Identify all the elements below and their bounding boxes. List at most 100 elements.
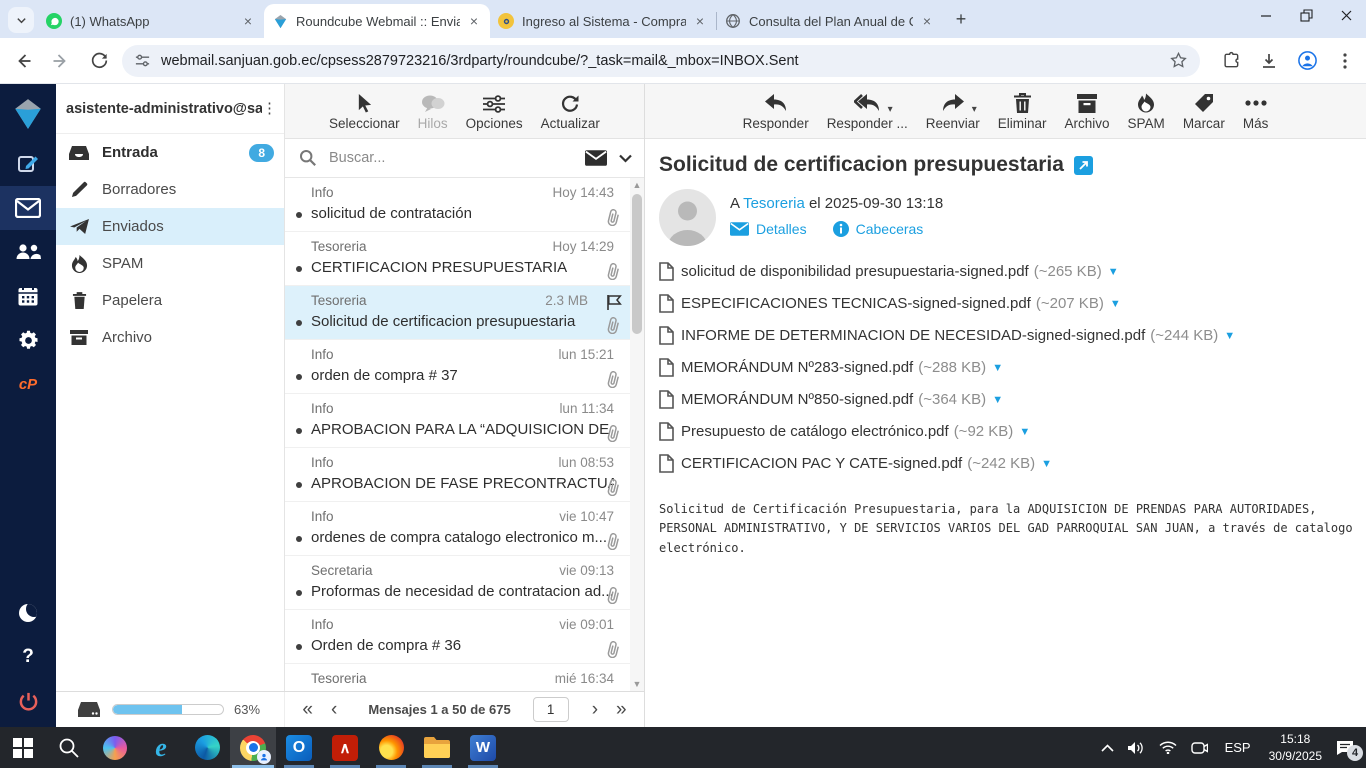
flag-icon[interactable] [606, 294, 622, 310]
status-dot[interactable] [296, 644, 302, 650]
threads-button[interactable]: Hilos [418, 91, 448, 131]
taskbar-edge-button[interactable] [184, 727, 230, 768]
dropdown-caret-icon[interactable]: ▾ [888, 104, 893, 115]
status-dot[interactable] [296, 590, 302, 596]
search-scope-envelope-icon[interactable] [585, 150, 607, 166]
cpanel-button[interactable]: cP [0, 362, 56, 406]
prev-page-button[interactable]: ‹ [331, 700, 337, 719]
sidebar-item-archivo[interactable]: Archivo [56, 319, 284, 356]
open-in-new-window-icon[interactable] [1073, 155, 1093, 175]
account-menu-icon[interactable]: ⋮ [262, 101, 277, 116]
attachment-item[interactable]: MEMORÁNDUM Nº283-signed.pdf (~288 KB) ▼ [659, 358, 1003, 377]
scroll-down-arrow[interactable]: ▼ [630, 677, 644, 691]
extensions-icon[interactable] [1216, 46, 1246, 76]
attachment-item[interactable]: Presupuesto de catálogo electrónico.pdf … [659, 422, 1030, 441]
dark-mode-button[interactable] [0, 591, 56, 635]
message-row[interactable]: Tesoreria mié 16:34 [285, 664, 644, 691]
forward-button[interactable] [46, 46, 76, 76]
headers-link[interactable]: Cabeceras [832, 221, 923, 237]
calendar-button[interactable] [0, 274, 56, 318]
reply-button[interactable]: Responder [743, 91, 809, 131]
message-row[interactable]: Info vie 10:47 ordenes de compra catalogo… [285, 502, 644, 556]
attachment-item[interactable]: ESPECIFICACIONES TECNICAS-signed-signed.… [659, 294, 1121, 313]
recipient-link[interactable]: Tesoreria [743, 195, 805, 212]
compose-button[interactable] [0, 142, 56, 186]
status-dot[interactable] [296, 536, 302, 542]
more-button[interactable]: Más [1243, 91, 1268, 131]
taskbar-acrobat-button[interactable]: ∧ [322, 727, 368, 768]
dropdown-caret-icon[interactable]: ▾ [972, 104, 977, 115]
attachment-menu-caret-icon[interactable]: ▼ [1041, 458, 1052, 470]
message-row[interactable]: Tesoreria Hoy 14:29 CERTIFICACION PRESUPU… [285, 232, 644, 286]
taskbar-chrome-button[interactable] [230, 727, 276, 768]
minimize-button[interactable] [1246, 0, 1286, 30]
tab-compras[interactable]: Ingreso al Sistema - Compras P × [490, 4, 716, 38]
attachment-menu-caret-icon[interactable]: ▼ [1110, 298, 1121, 310]
scrollbar-thumb[interactable] [632, 194, 642, 334]
message-row[interactable]: Secretaria vie 09:13 Proformas de necesid… [285, 556, 644, 610]
status-dot[interactable] [296, 266, 302, 272]
profile-icon[interactable] [1292, 46, 1322, 76]
meet-now-icon[interactable] [1190, 741, 1208, 755]
help-button[interactable]: ? [0, 635, 56, 679]
attachment-menu-caret-icon[interactable]: ▼ [992, 394, 1003, 406]
details-link[interactable]: Detalles [730, 221, 807, 237]
back-button[interactable] [8, 46, 38, 76]
tab-close-icon[interactable]: × [466, 13, 482, 29]
bookmark-star-icon[interactable] [1169, 51, 1188, 70]
tab-close-icon[interactable]: × [240, 13, 256, 29]
tab-plan-anual[interactable]: Consulta del Plan Anual de Con × [717, 4, 943, 38]
sidebar-item-spam[interactable]: SPAM [56, 245, 284, 282]
status-dot[interactable] [296, 482, 302, 488]
reload-button[interactable] [84, 46, 114, 76]
close-button[interactable] [1326, 0, 1366, 30]
settings-button[interactable] [0, 318, 56, 362]
taskbar-ie-button[interactable]: e [138, 727, 184, 768]
spam-button[interactable]: SPAM [1128, 91, 1165, 131]
taskbar-copilot-button[interactable] [92, 727, 138, 768]
taskbar-word-button[interactable]: W [460, 727, 506, 768]
delete-button[interactable]: Eliminar [998, 91, 1047, 131]
attachment-menu-caret-icon[interactable]: ▼ [992, 362, 1003, 374]
first-page-button[interactable]: « [302, 700, 313, 719]
mark-button[interactable]: Marcar [1183, 91, 1225, 131]
scroll-up-arrow[interactable]: ▲ [630, 178, 644, 192]
attachment-menu-caret-icon[interactable]: ▼ [1224, 330, 1235, 342]
attachment-item[interactable]: solicitud de disponibilidad presupuestar… [659, 262, 1119, 281]
address-bar[interactable]: webmail.sanjuan.gob.ec/cpsess2879723216/… [122, 44, 1200, 77]
next-page-button[interactable]: › [592, 700, 598, 719]
status-dot[interactable] [296, 212, 302, 218]
volume-icon[interactable] [1127, 741, 1145, 755]
options-button[interactable]: Opciones [466, 91, 523, 131]
downloads-icon[interactable] [1254, 46, 1284, 76]
attachment-item[interactable]: MEMORÁNDUM Nº850-signed.pdf (~364 KB) ▼ [659, 390, 1003, 409]
status-dot[interactable] [296, 320, 302, 326]
notification-center-button[interactable]: 4 [1336, 740, 1363, 761]
sidebar-item-papelera[interactable]: Papelera [56, 282, 284, 319]
restore-button[interactable] [1286, 0, 1326, 30]
last-page-button[interactable]: » [616, 700, 627, 719]
taskbar-outlook-button[interactable]: O [276, 727, 322, 768]
attachment-menu-caret-icon[interactable]: ▼ [1108, 266, 1119, 278]
mail-section-button[interactable] [0, 186, 56, 230]
status-dot[interactable] [296, 374, 302, 380]
forward-button[interactable]: ▾ Reenviar [926, 91, 980, 131]
status-dot[interactable] [296, 428, 302, 434]
new-tab-button[interactable]: + [949, 8, 973, 32]
message-row[interactable]: Info Hoy 14:43 solicitud de contratación [285, 178, 644, 232]
tab-close-icon[interactable]: × [692, 13, 708, 29]
hidden-icons-chevron[interactable] [1101, 743, 1114, 752]
search-options-chevron-icon[interactable] [619, 154, 632, 163]
page-input[interactable] [532, 697, 569, 722]
taskbar-firefox-button[interactable] [368, 727, 414, 768]
taskbar-search-button[interactable] [46, 727, 92, 768]
message-row[interactable]: Info vie 09:01 Orden de compra # 36 [285, 610, 644, 664]
tab-whatsapp[interactable]: (1) WhatsApp × [38, 4, 264, 38]
attachment-menu-caret-icon[interactable]: ▼ [1019, 426, 1030, 438]
wifi-icon[interactable] [1159, 741, 1177, 754]
tab-close-icon[interactable]: × [919, 13, 935, 29]
clock[interactable]: 15:18 30/9/2025 [1269, 731, 1322, 763]
logout-button[interactable] [0, 679, 56, 723]
contacts-button[interactable] [0, 230, 56, 274]
tab-search-button[interactable] [8, 7, 34, 33]
